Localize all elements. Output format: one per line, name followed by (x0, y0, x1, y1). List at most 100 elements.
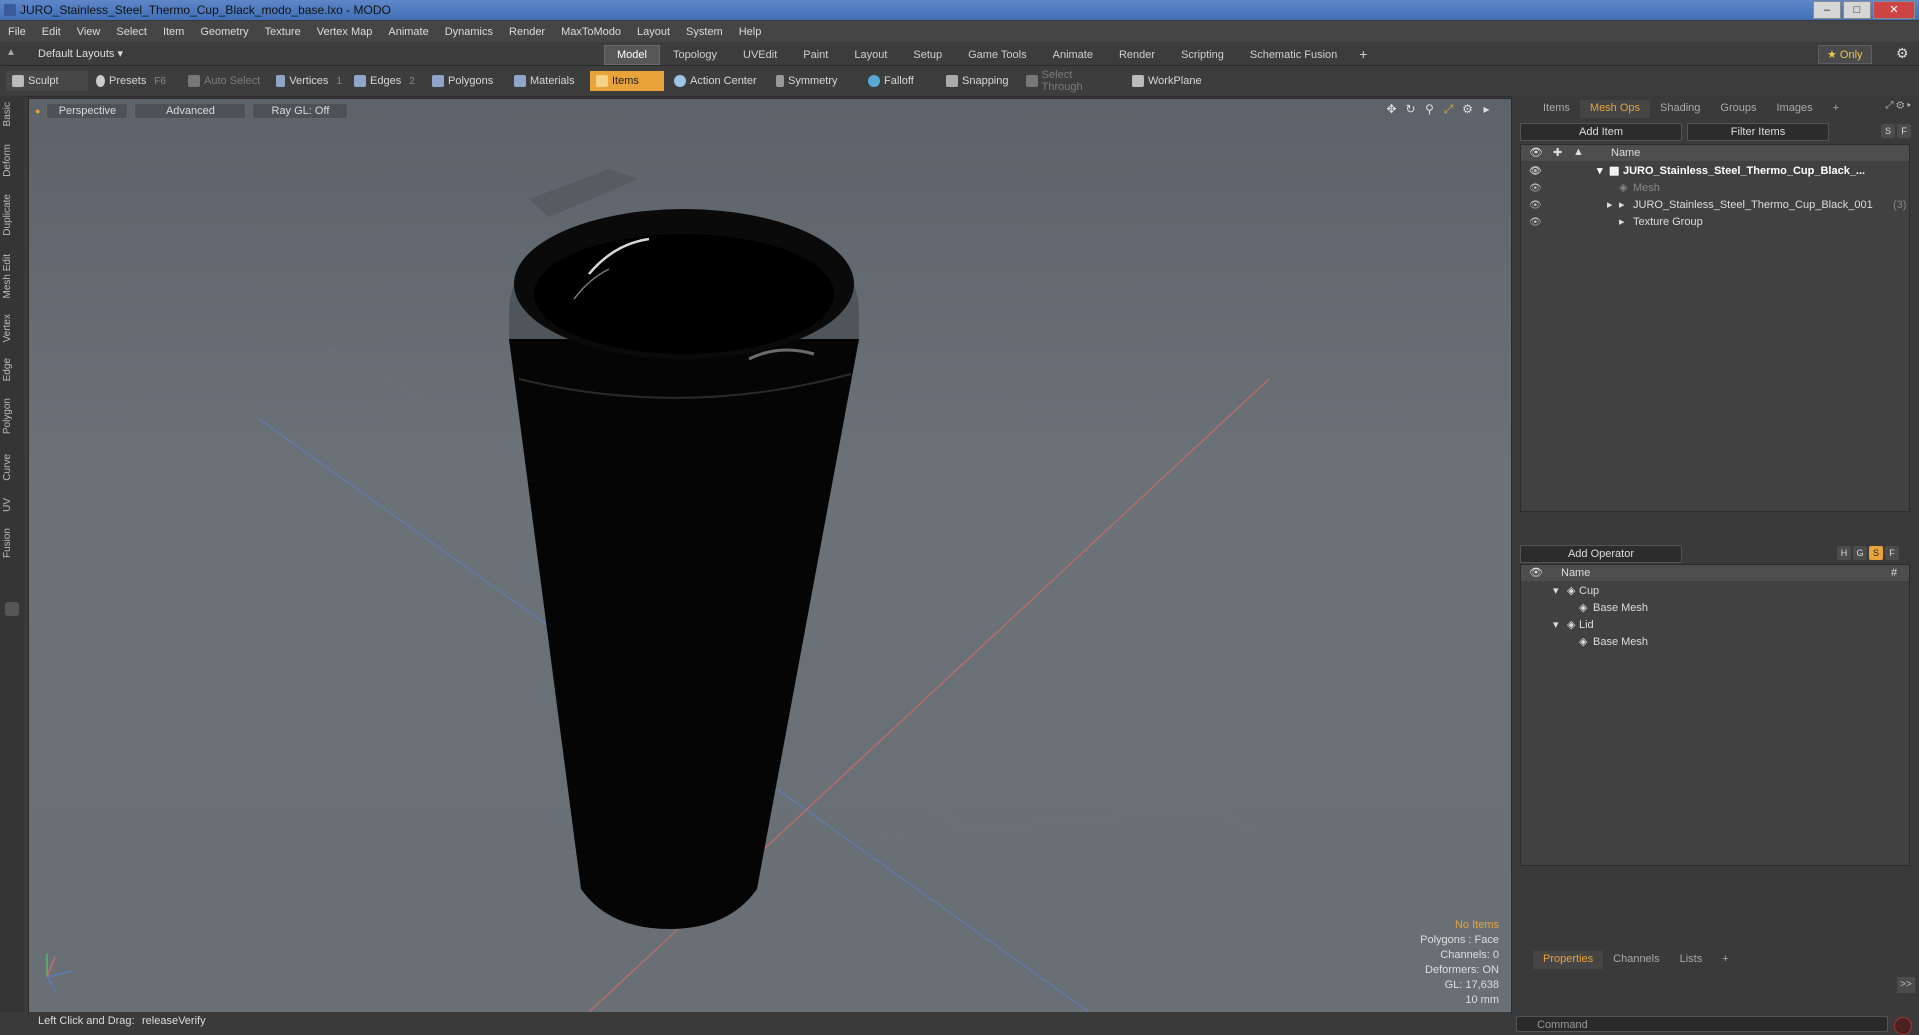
tab-layout[interactable]: Layout (841, 45, 900, 65)
vtab-edge[interactable]: Edge (2, 358, 22, 381)
tab-channels[interactable]: Channels (1603, 951, 1669, 969)
symmetry-button[interactable]: Symmetry (770, 71, 852, 91)
menu-maxtomodo[interactable]: MaxToModo (553, 26, 629, 38)
tab-topology[interactable]: Topology (660, 45, 730, 65)
raygl-toggle[interactable]: Ray GL: Off (252, 103, 349, 119)
visibility-icon[interactable]: 👁 (1529, 166, 1542, 177)
edges-button[interactable]: Edges 2 (348, 71, 428, 91)
tab-mesh-ops[interactable]: Mesh Ops (1579, 100, 1651, 118)
mesh-op-row[interactable]: ▾ ◈ Cup (1521, 583, 1909, 600)
presets-button[interactable]: Presets F6 (90, 71, 172, 91)
vtab-polygon[interactable]: Polygon (2, 398, 22, 434)
add-panel-tab-button[interactable]: + (1823, 100, 1849, 118)
vtab-duplicate[interactable]: Duplicate (2, 194, 22, 236)
tab-scripting[interactable]: Scripting (1168, 45, 1237, 65)
menu-file[interactable]: File (0, 26, 34, 38)
auto-select-button[interactable]: Auto Select (182, 71, 268, 91)
filter-items-input[interactable]: Filter Items (1687, 123, 1829, 141)
visibility-icon[interactable]: 👁 (1529, 200, 1542, 211)
pan-icon[interactable]: ✥ (1385, 103, 1398, 116)
tab-model[interactable]: Model (604, 45, 660, 65)
menu-help[interactable]: Help (731, 26, 770, 38)
view-mode-dropdown[interactable]: Perspective (46, 103, 129, 119)
panel-toggle-icon[interactable] (5, 602, 19, 616)
visibility-icon[interactable]: 👁 (1529, 217, 1542, 228)
tab-images[interactable]: Images (1767, 100, 1823, 118)
sculpt-button[interactable]: Sculpt (6, 71, 88, 91)
tab-animate[interactable]: Animate (1040, 45, 1106, 65)
vtab-fusion[interactable]: Fusion (2, 528, 22, 558)
menu-edit[interactable]: Edit (34, 26, 69, 38)
gear-icon[interactable]: ⚙ (1896, 45, 1909, 62)
minimize-button[interactable]: – (1813, 1, 1841, 19)
add-properties-tab-button[interactable]: + (1712, 951, 1738, 969)
command-input[interactable]: Command (1516, 1016, 1888, 1032)
only-toggle[interactable]: ★ Only (1818, 45, 1872, 64)
mesh-op-row[interactable]: ◈ Base Mesh (1521, 600, 1909, 617)
viewport-settings-icon[interactable]: ⚙ (1461, 103, 1474, 116)
op-s-button[interactable]: S (1869, 546, 1883, 560)
mesh-op-row[interactable]: ◈ Base Mesh (1521, 634, 1909, 651)
tab-paint[interactable]: Paint (790, 45, 841, 65)
shading-dropdown[interactable]: Advanced (134, 103, 247, 119)
polygons-button[interactable]: Polygons (426, 71, 502, 91)
select-through-button[interactable]: Select Through (1020, 69, 1120, 93)
action-center-button[interactable]: Action Center (668, 71, 764, 91)
menu-vertex-map[interactable]: Vertex Map (309, 26, 381, 38)
close-button[interactable]: ✕ (1873, 1, 1915, 19)
3d-viewport[interactable]: ● Perspective Advanced Ray GL: Off ✥ ↻ ⚲… (28, 98, 1512, 1013)
menu-item[interactable]: Item (155, 26, 192, 38)
maximize-button[interactable]: □ (1843, 1, 1871, 19)
tab-schematic-fusion[interactable]: Schematic Fusion (1237, 45, 1350, 65)
menu-texture[interactable]: Texture (257, 26, 309, 38)
layout-menu-icon[interactable]: ▲ (6, 47, 16, 58)
name-column-header[interactable]: Name (1611, 147, 1640, 159)
name-column-header[interactable]: Name (1561, 567, 1590, 579)
workplane-button[interactable]: WorkPlane (1126, 71, 1208, 91)
expand-icon[interactable]: ▸ (1607, 197, 1613, 214)
add-operator-dropdown[interactable]: Add Operator (1520, 545, 1682, 563)
filter-s-button[interactable]: S (1881, 124, 1895, 138)
items-button[interactable]: Items (590, 71, 664, 91)
zoom-icon[interactable]: ⚲ (1423, 103, 1436, 116)
add-tab-button[interactable]: + (1350, 45, 1376, 65)
op-f-button[interactable]: F (1885, 546, 1899, 560)
tab-game-tools[interactable]: Game Tools (955, 45, 1040, 65)
tab-lists[interactable]: Lists (1670, 951, 1713, 969)
tab-items[interactable]: Items (1533, 100, 1580, 118)
viewport-expand-icon[interactable]: ▸ (1480, 103, 1493, 116)
menu-dynamics[interactable]: Dynamics (437, 26, 501, 38)
falloff-button[interactable]: Falloff (862, 71, 942, 91)
rotate-icon[interactable]: ↻ (1404, 103, 1417, 116)
vtab-curve[interactable]: Curve (2, 454, 22, 481)
item-row[interactable]: 👁 ▸ Texture Group (1521, 214, 1909, 231)
fit-icon[interactable]: ⤢ (1442, 103, 1455, 116)
expand-icon[interactable]: ▾ (1553, 583, 1559, 600)
op-g-button[interactable]: G (1853, 546, 1867, 560)
op-h-button[interactable]: H (1837, 546, 1851, 560)
panel-options-icon[interactable]: ⤢ ⚙ ▸ (1885, 100, 1911, 111)
visibility-icon[interactable]: 👁 (1529, 183, 1542, 194)
vtab-deform[interactable]: Deform (2, 144, 22, 177)
vtab-mesh-edit[interactable]: Mesh Edit (2, 254, 22, 298)
viewport-menu-icon[interactable]: ● (35, 103, 40, 119)
expand-properties-button[interactable]: >> (1897, 977, 1915, 993)
item-row[interactable]: 👁 ▸ ▸ JURO_Stainless_Steel_Thermo_Cup_Bl… (1521, 197, 1909, 214)
filter-f-button[interactable]: F (1897, 124, 1911, 138)
item-row[interactable]: 👁 ▾ ▩ JURO_Stainless_Steel_Thermo_Cup_Bl… (1521, 163, 1909, 180)
materials-button[interactable]: Materials (508, 71, 590, 91)
tab-render[interactable]: Render (1106, 45, 1168, 65)
tab-setup[interactable]: Setup (900, 45, 955, 65)
vtab-basic[interactable]: Basic (2, 102, 22, 126)
tab-groups[interactable]: Groups (1710, 100, 1766, 118)
menu-system[interactable]: System (678, 26, 731, 38)
record-icon[interactable] (1894, 1017, 1912, 1035)
vertices-button[interactable]: Vertices 1 (270, 71, 348, 91)
mesh-op-row[interactable]: ▾ ◈ Lid (1521, 617, 1909, 634)
menu-animate[interactable]: Animate (380, 26, 436, 38)
menu-view[interactable]: View (69, 26, 109, 38)
tab-shading[interactable]: Shading (1650, 100, 1710, 118)
add-item-dropdown[interactable]: Add Item (1520, 123, 1682, 141)
menu-layout[interactable]: Layout (629, 26, 678, 38)
item-row[interactable]: 👁 ◈ Mesh (1521, 180, 1909, 197)
